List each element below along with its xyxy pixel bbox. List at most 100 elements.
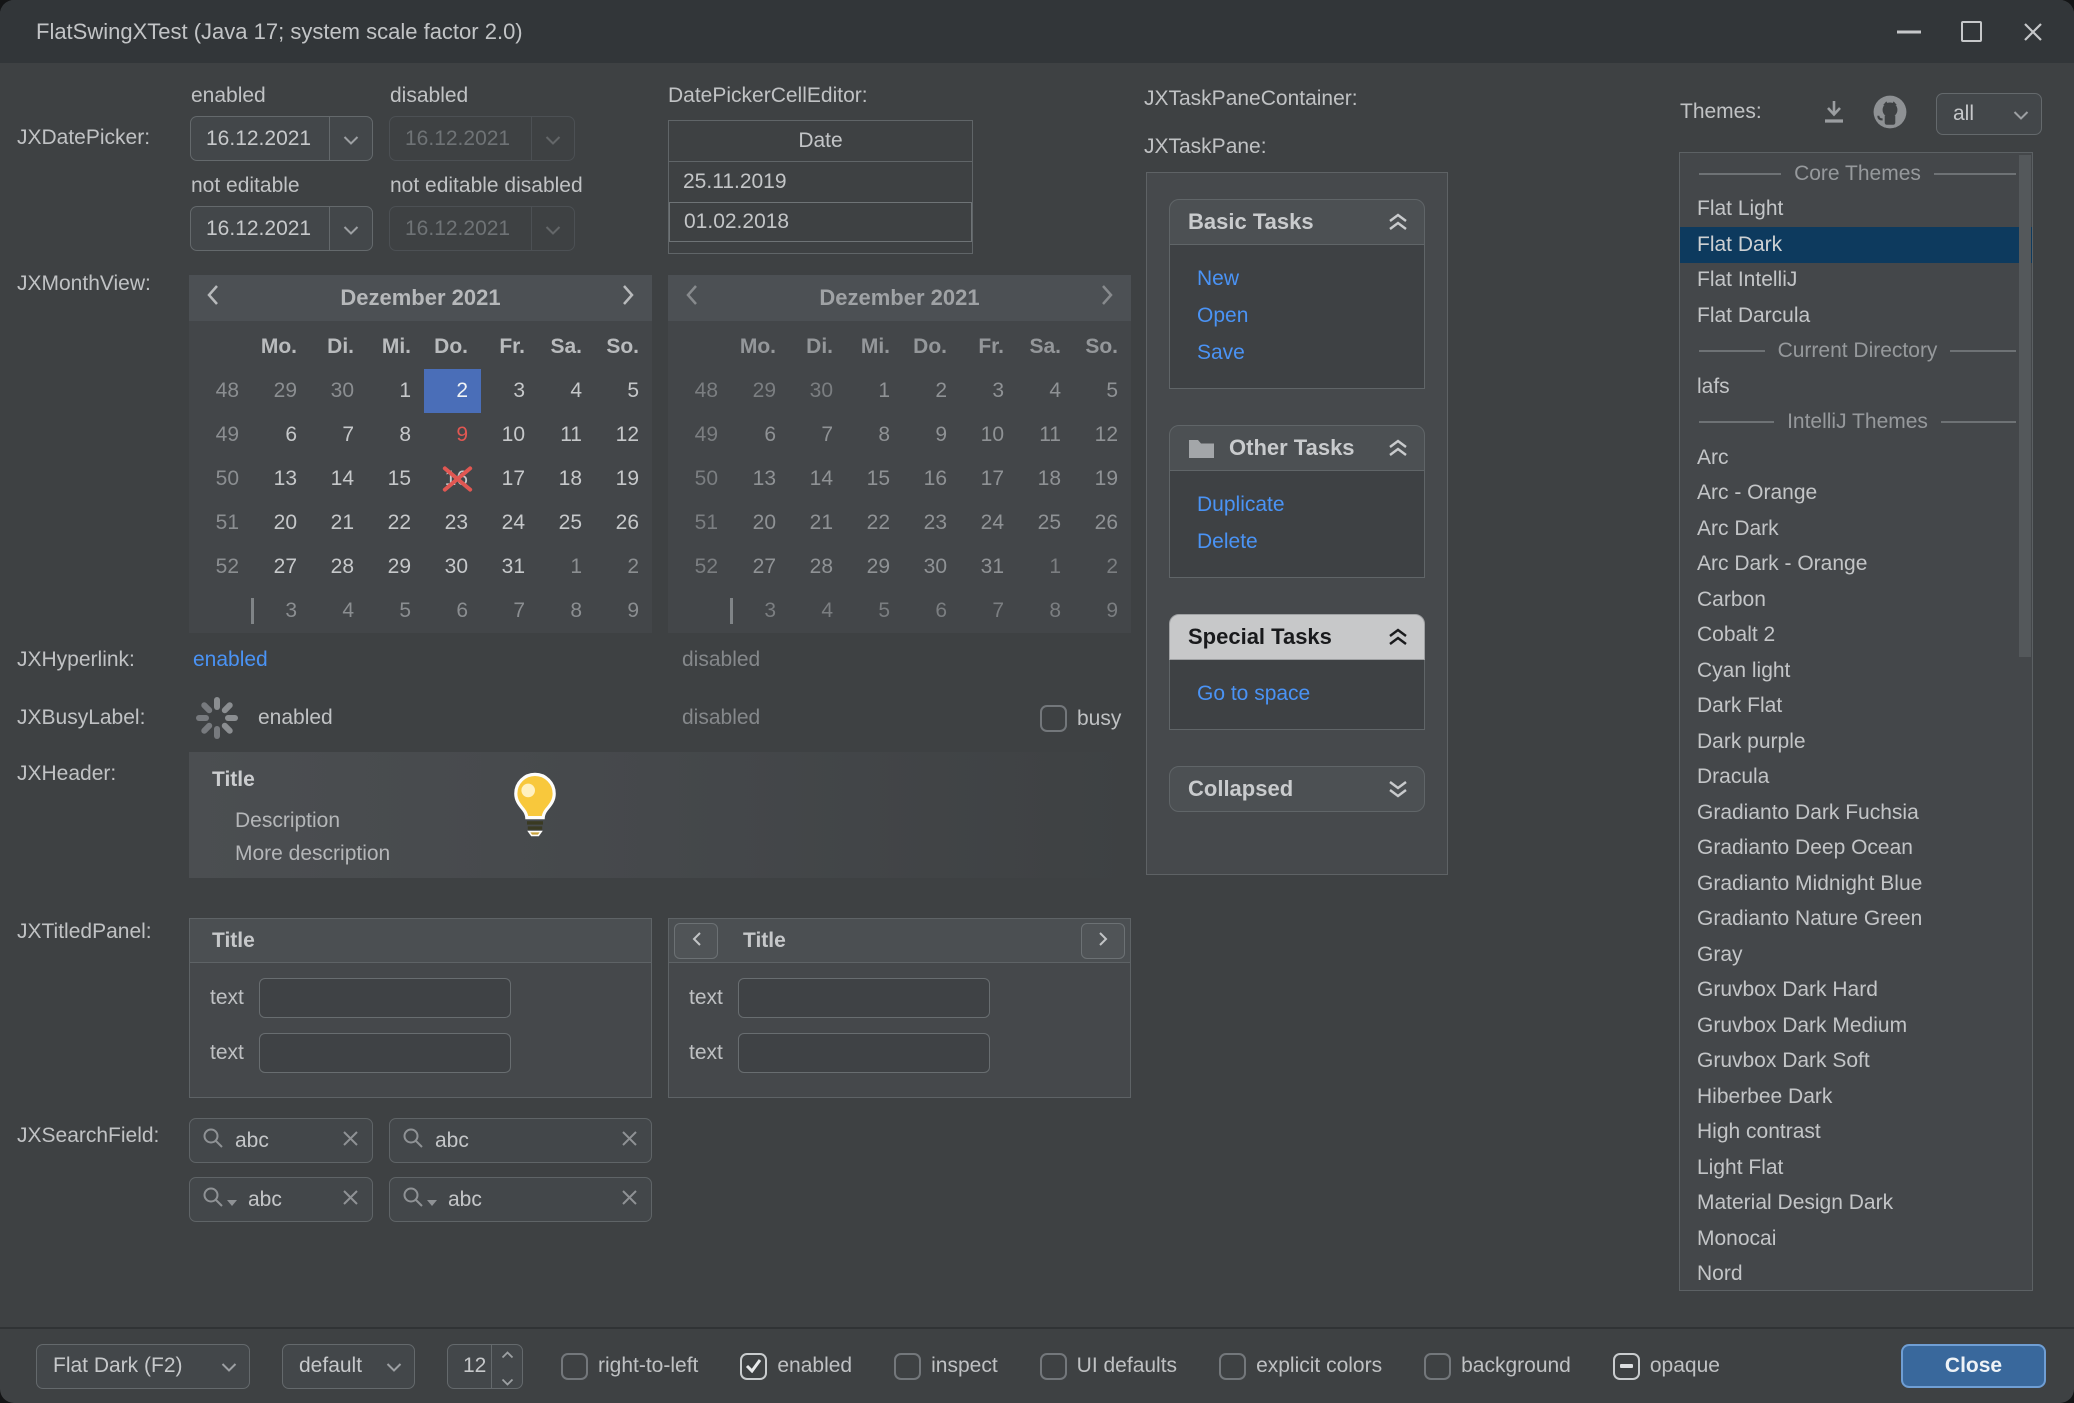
theme-item-gruvbox-dark-soft[interactable]: Gruvbox Dark Soft — [1680, 1044, 2032, 1080]
theme-item-carbon[interactable]: Carbon — [1680, 582, 2032, 618]
theme-item-flat-dark[interactable]: Flat Dark — [1680, 227, 2032, 263]
day-cell-crossed[interactable]: 16 — [424, 457, 481, 501]
day-cell[interactable]: 5 — [595, 369, 652, 413]
checkbox-item-inspect[interactable]: inspect — [894, 1353, 998, 1380]
table-row-editing[interactable]: 01.02.2018 — [669, 202, 972, 242]
search-field-with-menu[interactable]: abc — [189, 1177, 373, 1222]
task-link-duplicate[interactable]: Duplicate — [1197, 486, 1424, 523]
day-cell[interactable]: 1 — [538, 545, 595, 589]
day-cell[interactable]: 13 — [253, 457, 310, 501]
expand-chevron-icon[interactable] — [1386, 778, 1410, 800]
day-cell[interactable]: 29 — [253, 369, 310, 413]
theme-item-gruvbox-dark-hard[interactable]: Gruvbox Dark Hard — [1680, 973, 2032, 1009]
font-size-spinner[interactable]: 12 — [447, 1344, 523, 1389]
day-cell[interactable]: 15 — [367, 457, 424, 501]
theme-item-flat-light[interactable]: Flat Light — [1680, 192, 2032, 228]
datepicker-enabled[interactable]: 16.12.2021 — [190, 116, 373, 161]
theme-item-nord[interactable]: Nord — [1680, 1257, 2032, 1292]
search-menu-icon[interactable] — [402, 1186, 437, 1214]
checkbox-inspect[interactable] — [894, 1353, 921, 1380]
checkbox-enabled[interactable] — [740, 1353, 767, 1380]
maximize-button[interactable] — [1940, 0, 2002, 63]
taskpane-header-other-tasks[interactable]: Other Tasks — [1169, 425, 1425, 471]
datepicker-dropdown-button[interactable] — [329, 207, 372, 250]
day-cell[interactable]: 29 — [367, 545, 424, 589]
text-input[interactable] — [738, 1033, 990, 1073]
theme-item-gradianto-midnight-blue[interactable]: Gradianto Midnight Blue — [1680, 866, 2032, 902]
day-cell[interactable]: 28 — [310, 545, 367, 589]
theme-item-light-flat[interactable]: Light Flat — [1680, 1150, 2032, 1186]
datepicker-value[interactable]: 16.12.2021 — [191, 127, 329, 151]
theme-item-dark-flat[interactable]: Dark Flat — [1680, 689, 2032, 725]
text-input[interactable] — [259, 1033, 511, 1073]
search-value[interactable]: abc — [235, 1129, 331, 1153]
day-cell[interactable]: 17 — [481, 457, 538, 501]
search-field[interactable]: abc — [389, 1118, 652, 1163]
checkbox-item-opaque[interactable]: opaque — [1613, 1353, 1720, 1380]
search-value[interactable]: abc — [435, 1129, 610, 1153]
day-cell[interactable]: 3 — [481, 369, 538, 413]
day-cell[interactable]: 31 — [481, 545, 538, 589]
checkbox-item-background[interactable]: background — [1424, 1353, 1571, 1380]
theme-item-flat-intellij[interactable]: Flat IntelliJ — [1680, 263, 2032, 299]
day-cell[interactable]: 7 — [310, 413, 367, 457]
search-menu-icon[interactable] — [202, 1186, 237, 1214]
theme-item-lafs[interactable]: lafs — [1680, 369, 2032, 405]
theme-item-cyan-light[interactable]: Cyan light — [1680, 653, 2032, 689]
day-cell[interactable]: 3 — [253, 589, 310, 633]
day-cell[interactable]: 6 — [424, 589, 481, 633]
theme-item-gray[interactable]: Gray — [1680, 937, 2032, 973]
search-value[interactable]: abc — [448, 1188, 610, 1212]
themes-filter-combo[interactable]: all — [1936, 93, 2042, 135]
day-cell[interactable]: 20 — [253, 501, 310, 545]
day-cell[interactable]: 1 — [367, 369, 424, 413]
search-field-with-menu[interactable]: abc — [389, 1177, 652, 1222]
day-cell-flagged[interactable]: 9 — [424, 413, 481, 457]
day-cell[interactable]: 10 — [481, 413, 538, 457]
next-month-button[interactable] — [604, 284, 652, 312]
task-link-save[interactable]: Save — [1197, 334, 1424, 371]
text-input[interactable] — [259, 978, 511, 1018]
github-button[interactable] — [1872, 94, 1908, 136]
theme-item-arc-dark-orange[interactable]: Arc Dark - Orange — [1680, 547, 2032, 583]
checkbox-right-to-left[interactable] — [561, 1353, 588, 1380]
clear-icon[interactable] — [342, 1188, 359, 1212]
day-cell[interactable]: 30 — [310, 369, 367, 413]
theme-item-material-design-dark[interactable]: Material Design Dark — [1680, 1186, 2032, 1222]
datepicker-dropdown-button[interactable] — [329, 117, 372, 160]
checkbox-background[interactable] — [1424, 1353, 1451, 1380]
prev-month-button[interactable] — [189, 284, 237, 312]
taskpane-header-collapsed[interactable]: Collapsed — [1169, 766, 1425, 812]
day-cell[interactable]: 22 — [367, 501, 424, 545]
theme-item-hiberbee-dark[interactable]: Hiberbee Dark — [1680, 1079, 2032, 1115]
day-cell[interactable]: 4 — [538, 369, 595, 413]
titledpanel-next-button[interactable] — [1081, 923, 1125, 959]
task-link-new[interactable]: New — [1197, 260, 1424, 297]
datepicker-not-editable[interactable]: 16.12.2021 — [190, 206, 373, 251]
checkbox-item-explicit-colors[interactable]: explicit colors — [1219, 1353, 1382, 1380]
day-cell[interactable]: 2 — [595, 545, 652, 589]
theme-item-dark-purple[interactable]: Dark purple — [1680, 724, 2032, 760]
day-cell[interactable]: 21 — [310, 501, 367, 545]
theme-item-monocai[interactable]: Monocai — [1680, 1221, 2032, 1257]
clear-icon[interactable] — [621, 1188, 638, 1212]
day-cell-selected[interactable]: 2 — [424, 369, 481, 413]
day-cell[interactable]: 19 — [595, 457, 652, 501]
task-link-delete[interactable]: Delete — [1197, 523, 1424, 560]
close-window-button[interactable] — [2002, 0, 2064, 63]
day-cell[interactable]: 14 — [310, 457, 367, 501]
day-cell[interactable]: 18 — [538, 457, 595, 501]
day-cell[interactable]: 8 — [367, 413, 424, 457]
scrollbar-thumb[interactable] — [2019, 155, 2031, 657]
checkbox-opaque[interactable] — [1613, 1353, 1640, 1380]
day-cell[interactable]: 6 — [253, 413, 310, 457]
theme-item-gruvbox-dark-medium[interactable]: Gruvbox Dark Medium — [1680, 1008, 2032, 1044]
checkbox-item-enabled[interactable]: enabled — [740, 1353, 852, 1380]
day-cell[interactable]: 7 — [481, 589, 538, 633]
taskpane-header-special-tasks[interactable]: Special Tasks — [1169, 614, 1425, 660]
theme-item-gradianto-nature-green[interactable]: Gradianto Nature Green — [1680, 902, 2032, 938]
theme-item-arc-orange[interactable]: Arc - Orange — [1680, 476, 2032, 512]
text-input[interactable] — [738, 978, 990, 1018]
search-field[interactable]: abc — [189, 1118, 373, 1163]
day-cell[interactable]: 4 — [310, 589, 367, 633]
